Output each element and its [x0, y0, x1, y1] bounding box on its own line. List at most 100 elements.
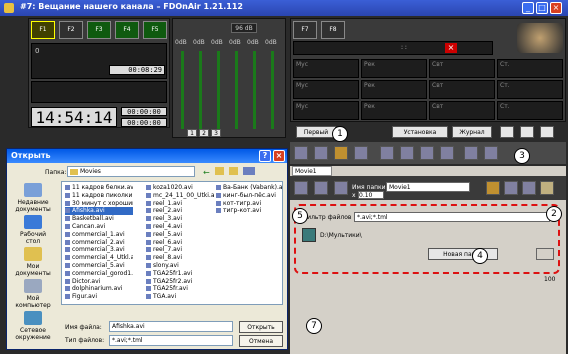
- dialog-close-button[interactable]: ×: [273, 150, 285, 162]
- file-item[interactable]: TGA.avi: [146, 293, 214, 301]
- fader-track[interactable]: [271, 51, 274, 129]
- window-icon[interactable]: [540, 126, 554, 138]
- file-item[interactable]: Basketball.avi: [65, 215, 133, 223]
- page-button-1[interactable]: 1: [187, 129, 197, 137]
- file-item[interactable]: 30 минут с хорошим...avi: [65, 200, 133, 208]
- folder-name-input[interactable]: Movie1: [386, 182, 470, 192]
- file-item[interactable]: TGA25fr.avi: [146, 285, 214, 293]
- page-button-3[interactable]: 3: [211, 129, 221, 137]
- file-item[interactable]: TGA25fr1.avi: [146, 270, 214, 278]
- file-item[interactable]: TGA25fr2.avi: [146, 278, 214, 286]
- file-item[interactable]: Dictor.avi: [65, 278, 133, 286]
- fader-track[interactable]: [235, 51, 238, 129]
- bank-slot[interactable]: Мус: [293, 80, 359, 99]
- file-item[interactable]: кинг-был-пёс.avi: [216, 192, 282, 200]
- bank-slot[interactable]: Ст.: [497, 80, 563, 99]
- up-folder-icon[interactable]: [215, 167, 224, 175]
- folder-icon[interactable]: [486, 181, 500, 195]
- browse-folder-icon[interactable]: [540, 181, 554, 195]
- cancel-button[interactable]: Отмена: [239, 335, 283, 347]
- f3-button[interactable]: F3: [87, 21, 111, 39]
- bank-slot[interactable]: Ст.: [497, 101, 563, 120]
- close-button[interactable]: ×: [550, 2, 562, 14]
- bank-slot[interactable]: Свт: [429, 80, 495, 99]
- file-item[interactable]: тигр-кот.avi: [216, 207, 282, 215]
- fader-track[interactable]: [181, 51, 184, 129]
- bank-slot[interactable]: Рек: [361, 101, 427, 120]
- view-menu-icon[interactable]: [243, 167, 255, 175]
- file-item[interactable]: reel_4.avi: [146, 223, 214, 231]
- toolbar-button[interactable]: [420, 146, 434, 160]
- toolbar-button[interactable]: [380, 146, 394, 160]
- bank-slot[interactable]: Мус: [293, 101, 359, 120]
- file-item[interactable]: commercial_4_Utkl.avi: [65, 254, 133, 262]
- help-button[interactable]: ?: [259, 150, 271, 162]
- tab-movie1[interactable]: Movie1: [292, 166, 332, 176]
- file-item[interactable]: reel_5.avi: [146, 231, 214, 239]
- file-item[interactable]: reel_3.avi: [146, 215, 214, 223]
- toolbar-button[interactable]: [464, 146, 478, 160]
- toolbar-button[interactable]: [440, 146, 454, 160]
- file-item[interactable]: reel_2.avi: [146, 207, 214, 215]
- toolbar-button[interactable]: [314, 146, 328, 160]
- toolbar-button[interactable]: [484, 146, 498, 160]
- x-input[interactable]: 0.10: [358, 191, 384, 199]
- file-item[interactable]: reel_6.avi: [146, 239, 214, 247]
- settings-button[interactable]: Установка: [392, 126, 448, 138]
- file-item[interactable]: Afishka.avi: [65, 207, 133, 216]
- file-item[interactable]: commercial_gorod1.avi: [65, 270, 133, 278]
- f4-button[interactable]: F4: [115, 21, 139, 39]
- journal-button[interactable]: Журнал: [452, 126, 492, 138]
- places-desktop[interactable]: Рабочий стол: [13, 215, 53, 245]
- f8-button[interactable]: F8: [321, 21, 345, 39]
- bank-slot[interactable]: Ст.: [497, 59, 563, 78]
- doc-icon[interactable]: [520, 126, 534, 138]
- db-select[interactable]: 96 dB: [231, 23, 257, 33]
- file-filter-input[interactable]: *.avi;*.tml: [354, 212, 550, 222]
- grid-icon[interactable]: [294, 181, 308, 195]
- file-item[interactable]: 11 кадров белки.avi: [65, 184, 133, 192]
- file-item[interactable]: commercial_2.avi: [65, 239, 133, 247]
- places-recent[interactable]: Недавние документы: [13, 183, 53, 213]
- page-button-2[interactable]: 2: [199, 129, 209, 137]
- toolbar-button[interactable]: [294, 146, 308, 160]
- file-item[interactable]: Ва-Банк (Vabank).avi: [216, 184, 282, 192]
- f7-button[interactable]: F7: [293, 21, 317, 39]
- minimize-button[interactable]: _: [522, 2, 534, 14]
- folder-select[interactable]: Movies: [67, 166, 195, 177]
- file-item[interactable]: koza1020.avi: [146, 184, 214, 192]
- file-item[interactable]: reel_1.avi: [146, 200, 214, 208]
- fader-track[interactable]: [217, 51, 220, 129]
- file-item[interactable]: slony.avi: [146, 262, 214, 270]
- toolbar-button[interactable]: [354, 146, 368, 160]
- file-item[interactable]: Figur.avi: [65, 293, 133, 301]
- file-item[interactable]: кот-тигр.avi: [216, 200, 282, 208]
- bank-slot[interactable]: Свт: [429, 59, 495, 78]
- places-my-computer[interactable]: Мой компьютер: [13, 279, 53, 309]
- file-item[interactable]: dolphinarium.avi: [65, 285, 133, 293]
- places-my-documents[interactable]: Мои документы: [13, 247, 53, 277]
- bank-slot[interactable]: Свт: [429, 101, 495, 120]
- delete-icon[interactable]: ×: [445, 43, 457, 53]
- filetype-select[interactable]: *.avi;*.tml: [109, 335, 233, 346]
- first-button[interactable]: Первый: [296, 126, 336, 138]
- back-icon[interactable]: ←: [203, 168, 210, 177]
- file-item[interactable]: Cancan.avi: [65, 223, 133, 231]
- file-item[interactable]: commercial_3.avi: [65, 246, 133, 254]
- fader-track[interactable]: [199, 51, 202, 129]
- toolbar-button[interactable]: [400, 146, 414, 160]
- filename-input[interactable]: Afishka.avi: [109, 321, 233, 332]
- bank-slot[interactable]: Рек: [361, 59, 427, 78]
- file-item[interactable]: 11 кадров пиколки.avi: [65, 192, 133, 200]
- edit-icon[interactable]: [500, 126, 514, 138]
- places-network[interactable]: Сетевое окружение: [13, 311, 53, 341]
- maximize-button[interactable]: □: [536, 2, 548, 14]
- f2-button[interactable]: F2: [59, 21, 83, 39]
- open-button[interactable]: Открыть: [239, 321, 283, 333]
- file-item[interactable]: mc_24_11_00_Utki.avi: [146, 192, 214, 200]
- file-item[interactable]: reel_8.avi: [146, 254, 214, 262]
- new-folder-icon[interactable]: [229, 167, 238, 175]
- fader-track[interactable]: [253, 51, 256, 129]
- file-item[interactable]: reel_7.avi: [146, 246, 214, 254]
- movie-icon[interactable]: [334, 146, 348, 160]
